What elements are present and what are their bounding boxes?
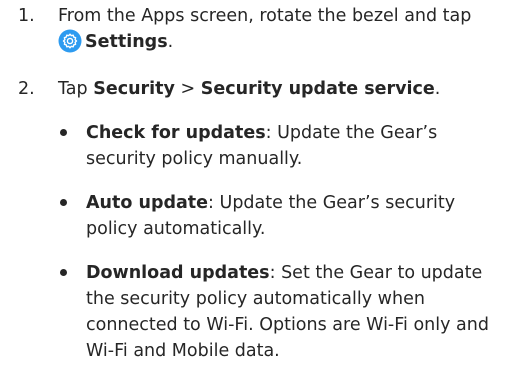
security-update-service-label: Security update service	[200, 79, 435, 99]
list-item-auto-update: Auto update: Update the Gear’s security …	[58, 190, 498, 242]
options-list: Check for updates: Update the Gear’s sec…	[58, 120, 498, 382]
step-number: 2.	[18, 79, 35, 99]
option-term: Check for updates	[86, 123, 266, 143]
step-text: Tap Security > Security update service.	[58, 76, 498, 102]
step-punctuation: .	[167, 32, 174, 52]
bullet-icon	[60, 269, 67, 276]
step-2: 2. Tap Security > Security update servic…	[18, 76, 498, 102]
step-instruction: Tap	[58, 79, 88, 99]
step-1: 1. From the Apps screen, rotate the beze…	[18, 3, 498, 55]
bullet-icon	[60, 129, 67, 136]
list-item-check-for-updates: Check for updates: Update the Gear’s sec…	[58, 120, 498, 172]
step-instruction: From the Apps screen, rotate the bezel a…	[58, 6, 472, 26]
settings-label: Settings	[85, 32, 168, 52]
settings-gear-icon	[58, 29, 82, 53]
list-item-download-updates: Download updates: Set the Gear to update…	[58, 260, 498, 364]
security-label: Security	[93, 79, 175, 99]
path-separator: >	[180, 79, 196, 99]
option-term: Auto update	[86, 193, 209, 213]
step-text: From the Apps screen, rotate the bezel a…	[58, 3, 498, 55]
step-punctuation: .	[434, 79, 441, 99]
option-term: Download updates	[86, 263, 270, 283]
instructions-page: 1. From the Apps screen, rotate the beze…	[0, 0, 512, 376]
bullet-icon	[60, 199, 67, 206]
step-number: 1.	[18, 6, 35, 26]
